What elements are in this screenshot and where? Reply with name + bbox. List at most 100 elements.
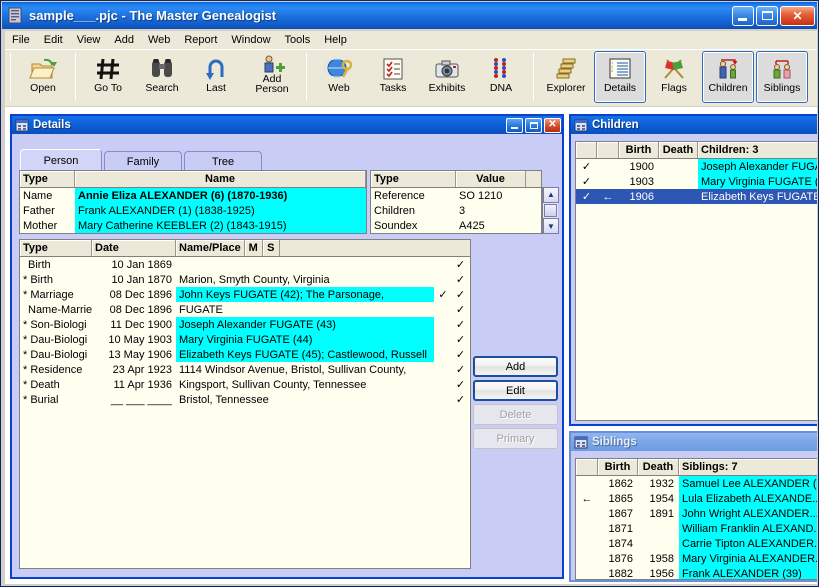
table-row[interactable]: * Death 11 Apr 1936 Kingsport, Sullivan Co… xyxy=(20,377,470,392)
minimize-button[interactable] xyxy=(732,5,754,26)
details-minimize-button[interactable] xyxy=(506,117,523,133)
table-row[interactable]: Birth 10 Jan 1869 ✓ xyxy=(20,257,470,272)
menu-item-tools[interactable]: Tools xyxy=(278,32,318,48)
menu-bar: File Edit View Add Web Report Window Too… xyxy=(5,31,817,49)
table-row[interactable]: * Residence 23 Apr 1923 1114 Windsor Avenu… xyxy=(20,362,470,377)
event-row-source-check: ✓ xyxy=(455,319,466,331)
event-grid-header-date[interactable]: Date xyxy=(92,240,176,256)
children-header-check[interactable] xyxy=(576,142,597,158)
toolbar-button-explorer[interactable]: Explorer xyxy=(540,51,592,103)
table-row[interactable]: 18761958Mary Virginia ALEXANDER...F xyxy=(576,551,817,566)
toolbar-button-web[interactable]: Web xyxy=(313,51,365,103)
event-grid-header-s[interactable]: S xyxy=(262,240,280,256)
scroll-up-button[interactable]: ▲ xyxy=(543,187,559,203)
scroll-down-button[interactable]: ▼ xyxy=(543,218,559,235)
name-row-type: Mother xyxy=(23,219,58,232)
table-row[interactable]: Children 3 xyxy=(371,203,541,218)
table-row[interactable]: ✓ 1900 Joseph Alexander FUGATE ( xyxy=(576,159,817,174)
table-row[interactable]: * Marriage 08 Dec 1896 John Keys FUGATE (4… xyxy=(20,287,470,302)
title-bar: sample___.pjc - The Master Genealogist ✕ xyxy=(2,2,817,29)
table-row[interactable]: Father Frank ALEXANDER (1) (1838-1925) xyxy=(20,203,366,218)
value-grid-scrollbar[interactable]: ▲ ▼ xyxy=(542,187,559,235)
toolbar-button-last[interactable]: Last xyxy=(190,51,242,103)
children-header-arrow[interactable] xyxy=(597,142,619,158)
toolbar-label-last: Last xyxy=(206,82,226,94)
edit-button[interactable]: Edit xyxy=(473,380,558,401)
table-row[interactable]: * Burial __ ___ ____ Bristol, Tennessee ✓ xyxy=(20,392,470,407)
menu-item-file[interactable]: File xyxy=(5,32,37,48)
value-grid-header-value[interactable]: Value xyxy=(456,171,526,187)
menu-item-web[interactable]: Web xyxy=(141,32,177,48)
table-row[interactable]: 18821956Frank ALEXANDER (39)M xyxy=(576,566,817,579)
menu-item-window[interactable]: Window xyxy=(224,32,277,48)
name-grid-header-type[interactable]: Type xyxy=(20,171,75,187)
scroll-thumb[interactable] xyxy=(544,203,557,218)
toolbar-button-open[interactable]: Open xyxy=(17,51,69,103)
value-grid-header-type[interactable]: Type xyxy=(371,171,456,187)
details-maximize-button[interactable] xyxy=(525,117,542,133)
toolbar-button-dna[interactable]: DNA xyxy=(475,51,527,103)
toolbar-button-siblings[interactable]: Siblings xyxy=(756,51,808,103)
toolbar-button-search[interactable]: Search xyxy=(136,51,188,103)
menu-item-add[interactable]: Add xyxy=(107,32,141,48)
table-row[interactable]: Name Annie Eliza ALEXANDER (6) (1870-193… xyxy=(20,188,366,203)
event-grid-header-m[interactable]: M xyxy=(244,240,263,256)
toolbar-button-goto[interactable]: Go To xyxy=(82,51,134,103)
toolbar-button-assoc[interactable]: Assoc. xyxy=(810,51,819,103)
edit-button-label: Edit xyxy=(506,384,525,397)
table-row[interactable]: * Birth 10 Jan 1870 Marion, Smyth County, … xyxy=(20,272,470,287)
tab-family[interactable]: Family xyxy=(104,151,182,171)
event-row-date: 10 Jan 1870 xyxy=(111,273,172,286)
siblings-header-arrow[interactable] xyxy=(576,459,598,475)
toolbar-button-flags[interactable]: Flags xyxy=(648,51,700,103)
tab-tree[interactable]: Tree xyxy=(184,151,262,171)
value-row-value: 3 xyxy=(459,204,466,217)
tab-person[interactable]: Person xyxy=(20,149,102,171)
name-grid-header-name[interactable]: Name xyxy=(75,171,366,187)
toolbar-button-details[interactable]: 123 Details xyxy=(594,51,646,103)
event-grid-header-type[interactable]: Type xyxy=(20,240,92,256)
details-window: Details ✕ Person Family Tree Type Name N… xyxy=(10,114,564,579)
maximize-button[interactable] xyxy=(756,5,778,26)
children-header-death[interactable]: Death xyxy=(659,142,698,158)
details-close-button[interactable]: ✕ xyxy=(544,117,561,133)
menu-item-report[interactable]: Report xyxy=(177,32,224,48)
table-row[interactable]: 1874Carrie Tipton ALEXANDER...F xyxy=(576,536,817,551)
value-row-value: A425 xyxy=(459,219,485,232)
menu-item-edit[interactable]: Edit xyxy=(37,32,70,48)
menu-item-view[interactable]: View xyxy=(70,32,108,48)
siblings-grid-body: 18621932Samuel Lee ALEXANDER (3)M←186519… xyxy=(576,476,817,579)
binoculars-icon xyxy=(147,55,177,83)
toolbar-button-add-person[interactable]: Add Person xyxy=(244,51,300,103)
siblings-header-name[interactable]: Siblings: 7 xyxy=(679,459,817,475)
window-grid-icon xyxy=(574,436,588,449)
children-header-name[interactable]: Children: 3 xyxy=(698,142,817,158)
table-row[interactable]: * Dau-Biologi 10 May 1903 Mary Virginia FU… xyxy=(20,332,470,347)
event-grid-header-nameplace[interactable]: Name/Place xyxy=(176,240,245,256)
table-row[interactable]: Name-Marrie 08 Dec 1896 FUGATE ✓ xyxy=(20,302,470,317)
siblings-header-birth[interactable]: Birth xyxy=(598,459,638,475)
table-row[interactable]: ✓ 1903 Mary Virginia FUGATE (44) xyxy=(576,174,817,189)
children-header-birth[interactable]: Birth xyxy=(619,142,659,158)
table-row[interactable]: Soundex A425 xyxy=(371,218,541,233)
table-row[interactable]: Reference SO 1210 xyxy=(371,188,541,203)
table-row[interactable]: Mother Mary Catherine KEEBLER (2) (1843-… xyxy=(20,218,366,233)
event-row-source-check: ✓ xyxy=(455,364,466,376)
table-row[interactable]: 18671891John Wright ALEXANDER...M xyxy=(576,506,817,521)
event-row-memo-check xyxy=(434,332,452,347)
event-row-nameplace: FUGATE xyxy=(179,303,223,316)
toolbar-button-children[interactable]: Children xyxy=(702,51,754,103)
table-row[interactable]: ✓ ← 1906 Elizabeth Keys FUGATE (45) xyxy=(576,189,817,204)
siblings-header-death[interactable]: Death xyxy=(638,459,679,475)
table-row[interactable]: * Dau-Biologi 13 May 1906 Elizabeth Keys F… xyxy=(20,347,470,362)
table-row[interactable]: * Son-Biologi 11 Dec 1900 Joseph Alexander… xyxy=(20,317,470,332)
close-button[interactable]: ✕ xyxy=(780,5,815,26)
toolbar-label-children: Children xyxy=(708,82,748,94)
table-row[interactable]: 18621932Samuel Lee ALEXANDER (3)M xyxy=(576,476,817,491)
table-row[interactable]: 1871William Franklin ALEXAND...M xyxy=(576,521,817,536)
toolbar-button-tasks[interactable]: Tasks xyxy=(367,51,419,103)
menu-item-help[interactable]: Help xyxy=(317,32,354,48)
toolbar-button-exhibits[interactable]: Exhibits xyxy=(421,51,473,103)
add-button[interactable]: Add xyxy=(473,356,558,377)
table-row[interactable]: ←18651954Lula Elizabeth ALEXANDE...F xyxy=(576,491,817,506)
